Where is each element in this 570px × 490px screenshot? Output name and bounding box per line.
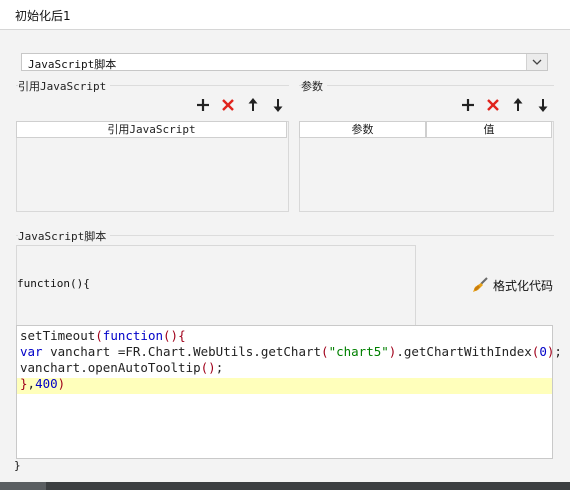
params-separator: [299, 85, 554, 86]
delete-icon: [222, 99, 234, 111]
ref-js-group-label: 引用JavaScript: [18, 78, 111, 94]
code-line: setTimeout(function(){: [20, 328, 186, 343]
arrow-up-icon: [248, 98, 258, 111]
function-open-text: function(){: [17, 277, 90, 290]
arrow-down-icon: [273, 99, 283, 112]
script-type-select[interactable]: JavaScript脚本: [21, 53, 548, 71]
format-code-label: 格式化代码: [493, 279, 554, 293]
params-column-header-name[interactable]: 参数: [299, 121, 426, 138]
params-move-up-button[interactable]: [509, 96, 527, 114]
params-group-label: 参数: [301, 78, 327, 94]
format-code-button[interactable]: 格式化代码: [472, 276, 556, 294]
add-icon: [197, 99, 209, 111]
add-icon: [462, 99, 474, 111]
dialog-title: 初始化后1: [15, 9, 71, 23]
delete-icon: [487, 99, 499, 111]
function-close-text: }: [14, 459, 21, 472]
ref-js-add-button[interactable]: [194, 96, 212, 114]
taskbar-segment: [0, 482, 46, 490]
params-move-down-button[interactable]: [534, 96, 552, 114]
params-column-header-value[interactable]: 值: [426, 121, 552, 138]
arrow-up-icon: [513, 98, 523, 111]
dialog-titlebar: 初始化后1: [0, 0, 570, 30]
ref-js-move-down-button[interactable]: [269, 96, 287, 114]
ref-js-delete-button[interactable]: [219, 96, 237, 114]
params-delete-button[interactable]: [484, 96, 502, 114]
broom-icon: [473, 277, 488, 292]
arrow-down-icon: [538, 99, 548, 112]
code-line: var vanchart =FR.Chart.WebUtils.getChart…: [20, 344, 562, 359]
script-group-label: JavaScript脚本: [18, 228, 111, 244]
code-line: },400): [20, 376, 66, 391]
dropdown-button[interactable]: [526, 54, 547, 70]
chevron-down-icon: [532, 59, 542, 65]
highlighted-line: [17, 378, 552, 394]
code-editor[interactable]: setTimeout(function(){ var vanchart =FR.…: [16, 325, 562, 459]
code-line: vanchart.openAutoTooltip();: [20, 360, 224, 375]
ref-js-move-up-button[interactable]: [244, 96, 262, 114]
ref-js-column-header[interactable]: 引用JavaScript: [16, 121, 287, 138]
params-add-button[interactable]: [459, 96, 477, 114]
taskbar-strip: [0, 482, 570, 490]
script-type-value: JavaScript脚本: [28, 58, 117, 71]
